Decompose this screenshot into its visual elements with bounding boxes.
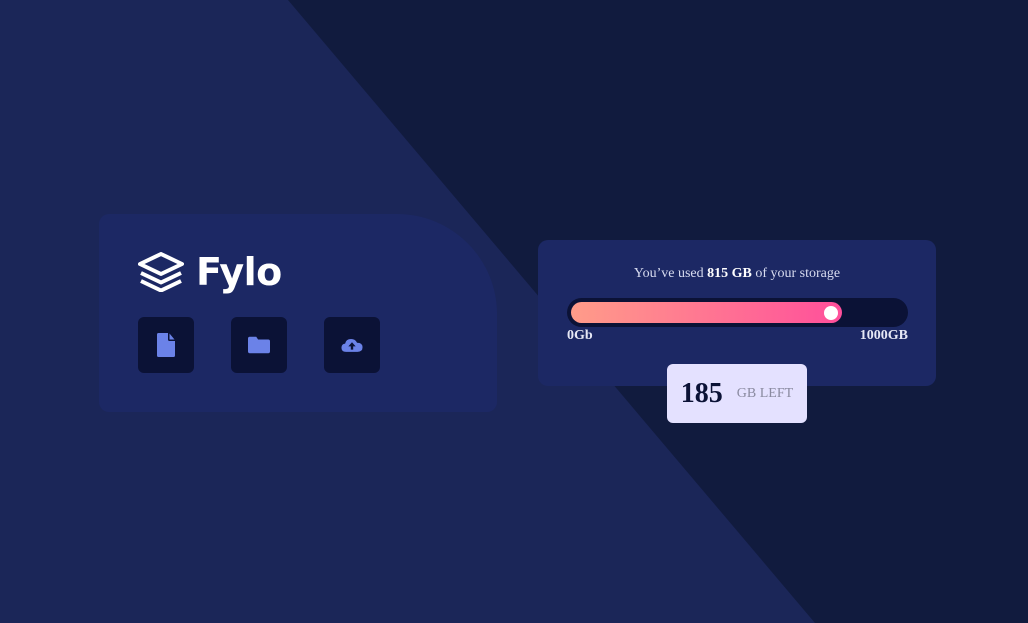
scale-min-label: 0Gb bbox=[567, 328, 593, 343]
usage-suffix: of your storage bbox=[751, 266, 841, 281]
storage-progress-track bbox=[567, 298, 908, 327]
upload-button[interactable] bbox=[324, 317, 380, 373]
used-amount: 815 GB bbox=[707, 266, 752, 281]
progress-scale: 0Gb 1000GB bbox=[567, 328, 908, 344]
usage-summary: You’ve used 815 GB of your storage bbox=[538, 266, 936, 282]
folder-icon bbox=[248, 336, 270, 354]
remaining-value: 185 bbox=[680, 377, 723, 409]
fylo-logo: Fylo bbox=[138, 252, 282, 292]
documents-button[interactable] bbox=[138, 317, 194, 373]
remaining-storage-badge: 185 GB LEFT bbox=[667, 364, 807, 423]
usage-prefix: You’ve used bbox=[633, 266, 708, 281]
document-icon bbox=[157, 333, 175, 357]
layers-logo-icon bbox=[138, 252, 184, 292]
scale-max-label: 1000GB bbox=[859, 328, 908, 343]
folders-button[interactable] bbox=[231, 317, 287, 373]
storage-progress-fill bbox=[571, 302, 842, 323]
brand-name: Fylo bbox=[196, 250, 282, 294]
cloud-upload-icon bbox=[341, 339, 363, 352]
remaining-unit: GB LEFT bbox=[736, 385, 794, 401]
progress-knob bbox=[824, 305, 838, 320]
action-icons bbox=[138, 317, 380, 373]
brand-card: Fylo bbox=[99, 214, 497, 412]
